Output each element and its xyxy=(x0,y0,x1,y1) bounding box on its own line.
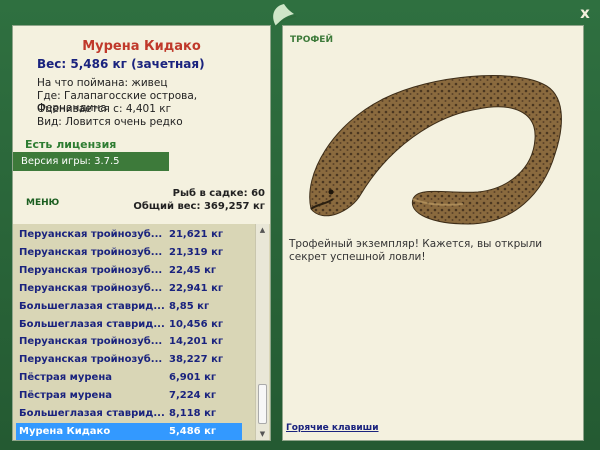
trophy-panel: ТРОФЕЙ Трофейный экземпляр! Кажется, вы … xyxy=(282,25,584,441)
catch-weight: 5,486 кг xyxy=(169,425,217,437)
fish-bait: На что поймана: живец xyxy=(37,77,168,89)
catch-row[interactable]: Мурена Кидако 5,486 кг xyxy=(16,422,242,440)
fish-count: Рыб в садке: 60 xyxy=(172,188,265,199)
catch-name: Большеглазая ставрид... xyxy=(19,300,165,312)
catch-name: Большеглазая ставрид... xyxy=(19,408,165,419)
catch-row[interactable]: Пёстрая мурена 6,901 кг xyxy=(16,369,242,386)
catch-name: Перуанская тройнозуб... xyxy=(19,354,163,366)
menu-button[interactable]: МЕНЮ xyxy=(26,198,59,208)
catch-stats: Рыб в садке: 60 Общий вес: 369,257 кг xyxy=(133,187,265,213)
catch-weight: 14,201 кг xyxy=(169,336,224,348)
catch-name: Перуанская тройнозуб... xyxy=(19,282,163,294)
game-version: Версия игры: 3.7.5 xyxy=(13,152,169,171)
catch-weight: 8,85 кг xyxy=(169,300,210,312)
catch-row[interactable]: Перуанская тройнозуб... 22,45 кг xyxy=(16,262,242,279)
scroll-down-icon[interactable]: ▼ xyxy=(256,428,269,440)
catch-name: Перуанская тройнозуб... xyxy=(19,246,163,258)
catch-weight: 8,118 кг xyxy=(169,408,217,419)
catch-weight: 21,621 кг xyxy=(169,229,224,240)
scroll-up-icon[interactable]: ▲ xyxy=(256,224,269,236)
moray-eel-image xyxy=(309,75,562,225)
catch-row[interactable]: Перуанская тройнозуб... 14,201 кг xyxy=(16,333,242,350)
fish-name: Мурена Кидако xyxy=(82,39,201,54)
total-weight: Общий вес: 369,257 кг xyxy=(133,201,265,212)
catch-row[interactable]: Перуанская тройнозуб... 22,941 кг xyxy=(16,280,242,297)
catch-row[interactable]: Перуанская тройнозуб... 21,319 кг xyxy=(16,244,242,261)
fish-estimated: Оценивается с: 4,401 кг xyxy=(37,103,172,115)
catch-weight: 10,456 кг xyxy=(169,318,224,330)
hotkeys-link[interactable]: Горячие клавиши xyxy=(286,423,379,433)
fish-info-panel: Мурена Кидако Вес: 5,486 кг (зачетная) Н… xyxy=(12,25,271,441)
catch-name: Большеглазая ставрид... xyxy=(19,318,165,330)
catch-weight: 6,901 кг xyxy=(169,372,217,384)
catch-weight: 21,319 кг xyxy=(169,246,224,258)
catch-row[interactable]: Большеглазая ставрид... 8,85 кг xyxy=(16,298,242,315)
catch-name: Перуанская тройнозуб... xyxy=(19,229,163,240)
catch-row[interactable]: Перуанская тройнозуб... 21,621 кг xyxy=(16,226,242,243)
license-status: Есть лицензия xyxy=(25,138,117,151)
catch-name: Перуанская тройнозуб... xyxy=(19,336,163,348)
catch-weight: 7,224 кг xyxy=(169,390,217,402)
catch-list: Перуанская тройнозуб... 21,621 кг Перуанск… xyxy=(13,224,270,440)
trophy-label: ТРОФЕЙ xyxy=(290,35,333,45)
scroll-thumb[interactable] xyxy=(258,384,267,424)
catch-name: Пёстрая мурена xyxy=(19,372,112,384)
catch-list-scrollbar[interactable]: ▲ ▼ xyxy=(255,224,269,440)
catch-weight: 22,941 кг xyxy=(169,282,224,294)
catch-row[interactable]: Большеглазая ставрид... 10,456 кг xyxy=(16,316,242,333)
catch-row[interactable]: Большеглазая ставрид... 8,118 кг xyxy=(16,405,242,422)
catch-name: Пёстрая мурена xyxy=(19,390,112,402)
catch-row[interactable]: Пёстрая мурена 7,224 кг xyxy=(16,387,242,404)
fish-weight: Вес: 5,486 кг (зачетная) xyxy=(37,57,205,71)
fish-rarity: Вид: Ловится очень редко xyxy=(37,116,183,128)
catch-name: Мурена Кидако xyxy=(19,425,111,437)
trophy-description: Трофейный экземпляр! Кажется, вы открыли… xyxy=(289,238,543,263)
catch-weight: 38,227 кг xyxy=(169,354,224,366)
game-frame: x Мурена Кидако Вес: 5,486 кг (зачетная)… xyxy=(0,0,600,450)
catch-name: Перуанская тройнозуб... xyxy=(19,264,163,276)
close-button[interactable]: x xyxy=(576,4,594,22)
catch-weight: 22,45 кг xyxy=(169,264,217,276)
catch-row[interactable]: Перуанская тройнозуб... 38,227 кг xyxy=(16,351,242,368)
